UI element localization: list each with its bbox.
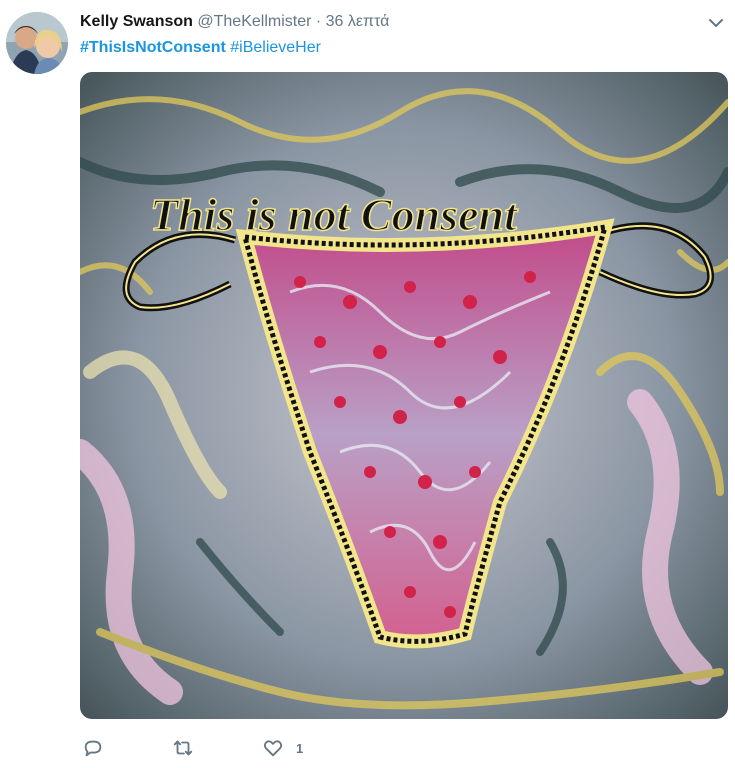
hashtag-link[interactable]: #ThisIsNotConsent	[80, 39, 226, 56]
media-artwork: This is not Consent	[80, 72, 728, 719]
hashtag-link[interactable]: #iBelieveHer	[230, 39, 321, 56]
reply-icon	[84, 740, 102, 757]
author-handle[interactable]: @TheKellmister	[197, 13, 311, 30]
chevron-down-icon[interactable]	[707, 14, 725, 32]
time-separator: ·	[315, 13, 322, 30]
like-button[interactable]: 1	[262, 737, 303, 759]
reply-button[interactable]	[82, 737, 104, 759]
tweet-actions: 1	[82, 736, 371, 760]
tweet-header: Kelly Swanson @TheKellmister · 36 λεπτά	[80, 12, 389, 32]
tweet-media-image[interactable]: This is not Consent	[80, 72, 728, 719]
retweet-icon	[173, 740, 193, 756]
avatar-image	[6, 12, 68, 74]
author-name[interactable]: Kelly Swanson	[80, 13, 193, 30]
media-caption-text: This is not Consent	[150, 189, 518, 240]
timestamp[interactable]: 36 λεπτά	[326, 13, 390, 30]
tweet: Kelly Swanson @TheKellmister · 36 λεπτά …	[0, 0, 735, 768]
avatar[interactable]	[6, 12, 68, 74]
like-count: 1	[296, 740, 304, 756]
like-icon	[263, 740, 283, 757]
retweet-button[interactable]	[172, 737, 194, 759]
tweet-text: #ThisIsNotConsent #iBelieveHer	[80, 38, 321, 58]
